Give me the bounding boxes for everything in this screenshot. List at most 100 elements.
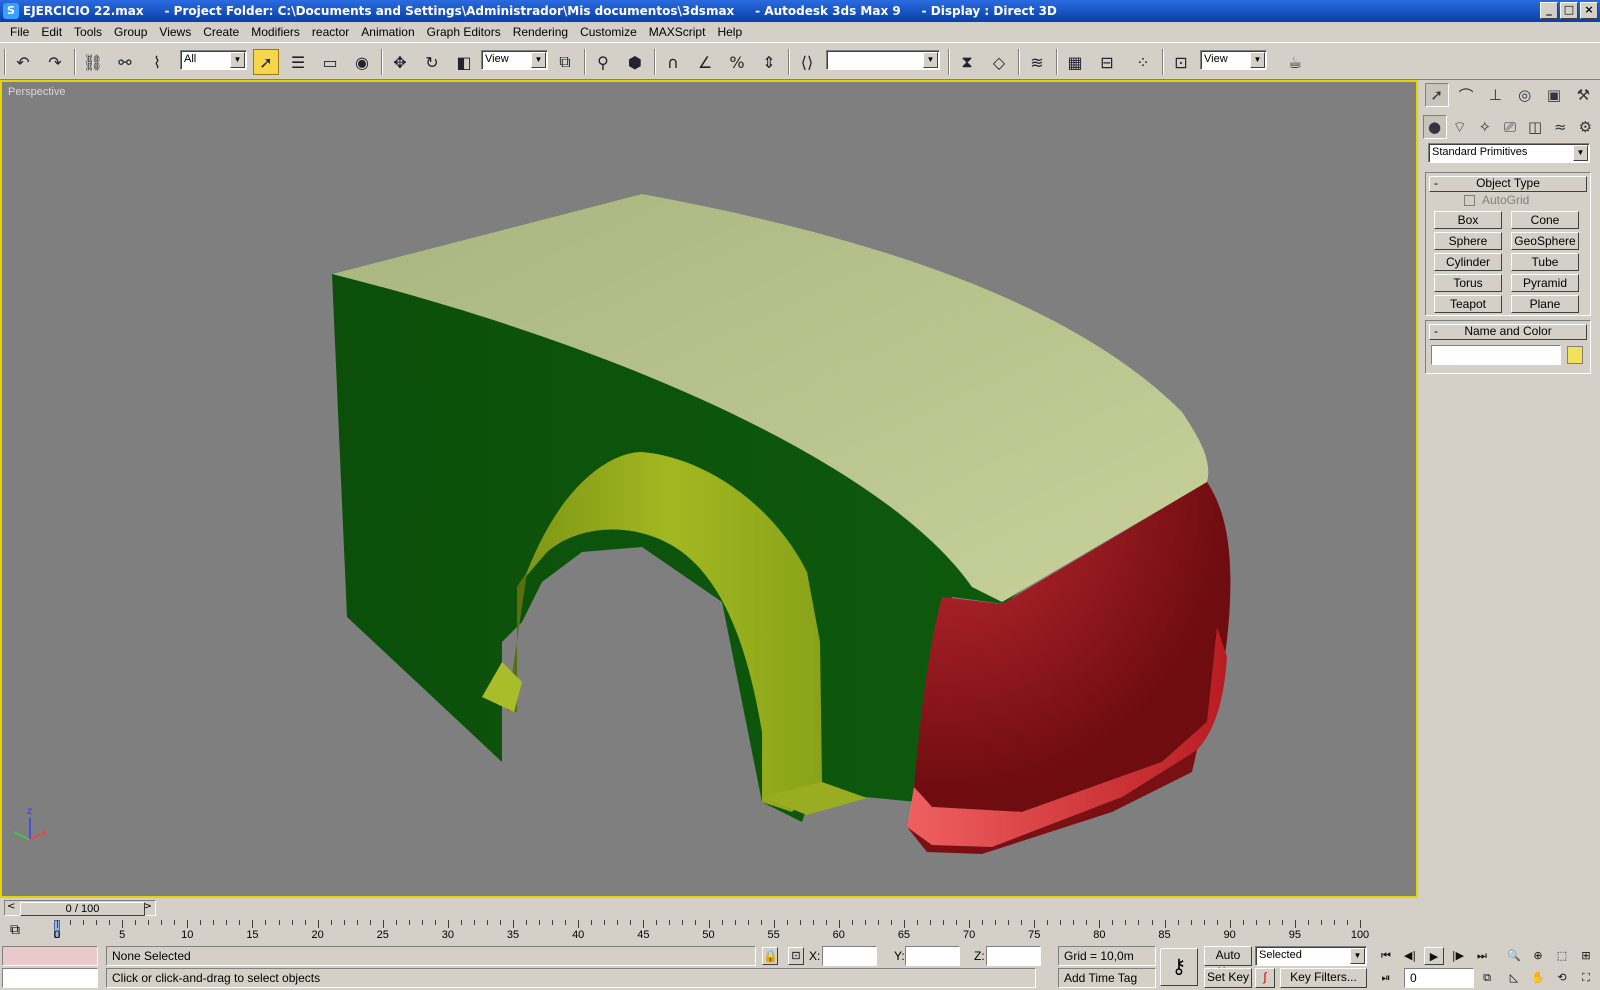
menu-help[interactable]: Help (711, 25, 748, 39)
object-color-swatch[interactable] (1567, 346, 1583, 364)
key-mode-toggle-icon[interactable]: ⏯ (1376, 969, 1396, 987)
rectangular-selection-icon[interactable]: ▭ (317, 49, 343, 75)
menu-reactor[interactable]: reactor (306, 25, 355, 39)
spinner-snap-icon[interactable]: ⇕ (756, 49, 782, 75)
pyramid-button[interactable]: Pyramid (1511, 274, 1579, 292)
menu-create[interactable]: Create (197, 25, 245, 39)
object-type-header[interactable]: - Object Type (1429, 176, 1587, 192)
teapot-button[interactable]: Teapot (1434, 295, 1502, 313)
autogrid-checkbox[interactable] (1464, 195, 1475, 206)
select-and-scale-icon[interactable]: ◧ (451, 49, 477, 75)
menu-edit[interactable]: Edit (35, 25, 68, 39)
display-tab-icon[interactable]: ▣ (1542, 83, 1566, 107)
chevron-down-icon[interactable]: ▼ (1573, 145, 1588, 161)
object-name-input[interactable] (1431, 345, 1561, 365)
motion-tab-icon[interactable]: ◎ (1513, 83, 1537, 107)
create-tab-icon[interactable]: ➚ (1424, 83, 1449, 107)
title-bar[interactable]: S EJERCICIO 22.max - Project Folder: C:\… (0, 0, 1600, 22)
zoom-all-icon[interactable]: ⊕ (1528, 947, 1548, 965)
tube-button[interactable]: Tube (1511, 253, 1579, 271)
maxscript-mini-input[interactable] (2, 968, 98, 988)
zoom-extents-all-icon[interactable]: ⊞ (1576, 947, 1596, 965)
next-frame-icon[interactable]: |▶ (1448, 947, 1468, 965)
select-and-rotate-icon[interactable]: ↻ (419, 49, 445, 75)
key-mode-dropdown[interactable]: Selected ▼ (1255, 946, 1367, 966)
reference-coordinate-dropdown[interactable]: View ▼ (481, 50, 548, 70)
cylinder-button[interactable]: Cylinder (1434, 253, 1502, 271)
name-and-color-header[interactable]: - Name and Color (1429, 324, 1587, 340)
torus-button[interactable]: Torus (1434, 274, 1502, 292)
maximize-viewport-icon[interactable]: ⛶ (1576, 969, 1596, 987)
percent-snap-icon[interactable]: % (724, 49, 750, 75)
time-slider-next[interactable]: > (144, 901, 152, 912)
z-coordinate-input[interactable] (986, 946, 1041, 966)
mirror-icon[interactable]: ⧗ (954, 49, 980, 75)
app-icon[interactable]: S (3, 3, 19, 19)
absolute-mode-icon[interactable]: ⊡ (788, 947, 804, 965)
render-scene-icon[interactable]: ⊡ (1168, 49, 1194, 75)
menu-customize[interactable]: Customize (574, 25, 643, 39)
pivot-center-icon[interactable]: ⧉ (552, 49, 578, 75)
box-button[interactable]: Box (1434, 211, 1502, 229)
set-key-button[interactable]: Set Key (1204, 968, 1252, 988)
select-and-link-icon[interactable]: ⛓ (80, 49, 106, 75)
minimize-button[interactable]: _ (1540, 2, 1558, 19)
select-by-name-icon[interactable]: ☰ (285, 49, 311, 75)
edit-named-selection-icon[interactable]: ⟨⟩ (794, 49, 820, 75)
chevron-down-icon[interactable]: ▼ (230, 52, 245, 68)
plane-button[interactable]: Plane (1511, 295, 1579, 313)
menu-group[interactable]: Group (108, 25, 153, 39)
geosphere-button[interactable]: GeoSphere (1511, 232, 1579, 250)
unlink-selection-icon[interactable]: ⚯ (112, 49, 138, 75)
selection-filter-dropdown[interactable]: All ▼ (180, 50, 247, 70)
mini-curve-editor-icon[interactable]: ⧉ (10, 922, 20, 938)
lock-selection-icon[interactable]: 🔒 (762, 947, 778, 965)
geometry-category-dropdown[interactable]: Standard Primitives ▼ (1428, 143, 1590, 163)
zoom-icon[interactable]: 🔍 (1504, 947, 1524, 965)
undo-icon[interactable]: ↶ (10, 49, 36, 75)
field-of-view-icon[interactable]: ◺ (1504, 969, 1524, 987)
curve-editor-icon[interactable]: ▦ (1062, 49, 1088, 75)
track-bar[interactable]: ⧉ 0 5 10 15 20 25 30 35 40 45 50 55 60 65 70 75 80 85 90 95… (0, 918, 1418, 942)
chevron-down-icon[interactable]: ▼ (923, 52, 938, 68)
bind-to-space-warp-icon[interactable]: ⌇ (144, 49, 170, 75)
zoom-extents-icon[interactable]: ⬚ (1552, 947, 1572, 965)
schematic-view-icon[interactable]: ⊟ (1094, 49, 1120, 75)
close-button[interactable]: × (1580, 2, 1598, 19)
menu-file[interactable]: File (4, 25, 35, 39)
chevron-down-icon[interactable]: ▼ (1350, 948, 1365, 964)
x-coordinate-input[interactable] (822, 946, 877, 966)
keyboard-shortcut-override-icon[interactable]: ⬢ (622, 49, 648, 75)
space-warps-icon[interactable]: ≈ (1548, 115, 1572, 139)
layer-manager-icon[interactable]: ≋ (1024, 49, 1050, 75)
cameras-icon[interactable]: ⎚ (1498, 115, 1522, 139)
arc-rotate-icon[interactable]: ⟲ (1552, 969, 1572, 987)
select-object-icon[interactable]: ➚ (253, 49, 279, 75)
menu-modifiers[interactable]: Modifiers (245, 25, 306, 39)
perspective-viewport[interactable]: Perspective z x (0, 80, 1418, 898)
quick-render-teapot-icon[interactable]: ☕ (1282, 49, 1308, 75)
systems-icon[interactable]: ⚙ (1573, 115, 1597, 139)
previous-frame-icon[interactable]: ◀| (1400, 947, 1420, 965)
play-icon[interactable]: ▶ (1424, 947, 1444, 965)
chevron-down-icon[interactable]: ▼ (531, 52, 546, 68)
time-configuration-icon[interactable]: ⧉ (1477, 969, 1497, 987)
snaps-toggle-icon[interactable]: ∩ (660, 49, 686, 75)
add-time-tag[interactable]: Add Time Tag (1058, 968, 1156, 988)
utilities-tab-icon[interactable]: ⚒ (1571, 83, 1595, 107)
geometry-icon[interactable]: ● (1422, 115, 1447, 139)
maxscript-listener[interactable] (2, 946, 98, 966)
named-selection-dropdown[interactable]: ▼ (826, 50, 940, 70)
time-slider-prev[interactable]: < (7, 901, 15, 912)
select-and-manipulate-icon[interactable]: ⚲ (590, 49, 616, 75)
sphere-button[interactable]: Sphere (1434, 232, 1502, 250)
material-editor-icon[interactable]: ⁘ (1130, 49, 1156, 75)
maximize-button[interactable]: □ (1560, 2, 1578, 19)
window-crossing-icon[interactable]: ◉ (349, 49, 375, 75)
goto-start-icon[interactable]: ⏮ (1376, 947, 1396, 965)
default-tangents-icon[interactable]: ∫ (1255, 968, 1275, 988)
align-icon[interactable]: ◇ (986, 49, 1012, 75)
auto-key-button[interactable]: Auto Key (1204, 946, 1252, 979)
current-frame-input[interactable]: 0 (1404, 968, 1474, 988)
set-keys-key-icon[interactable]: ⚷ (1160, 948, 1198, 986)
